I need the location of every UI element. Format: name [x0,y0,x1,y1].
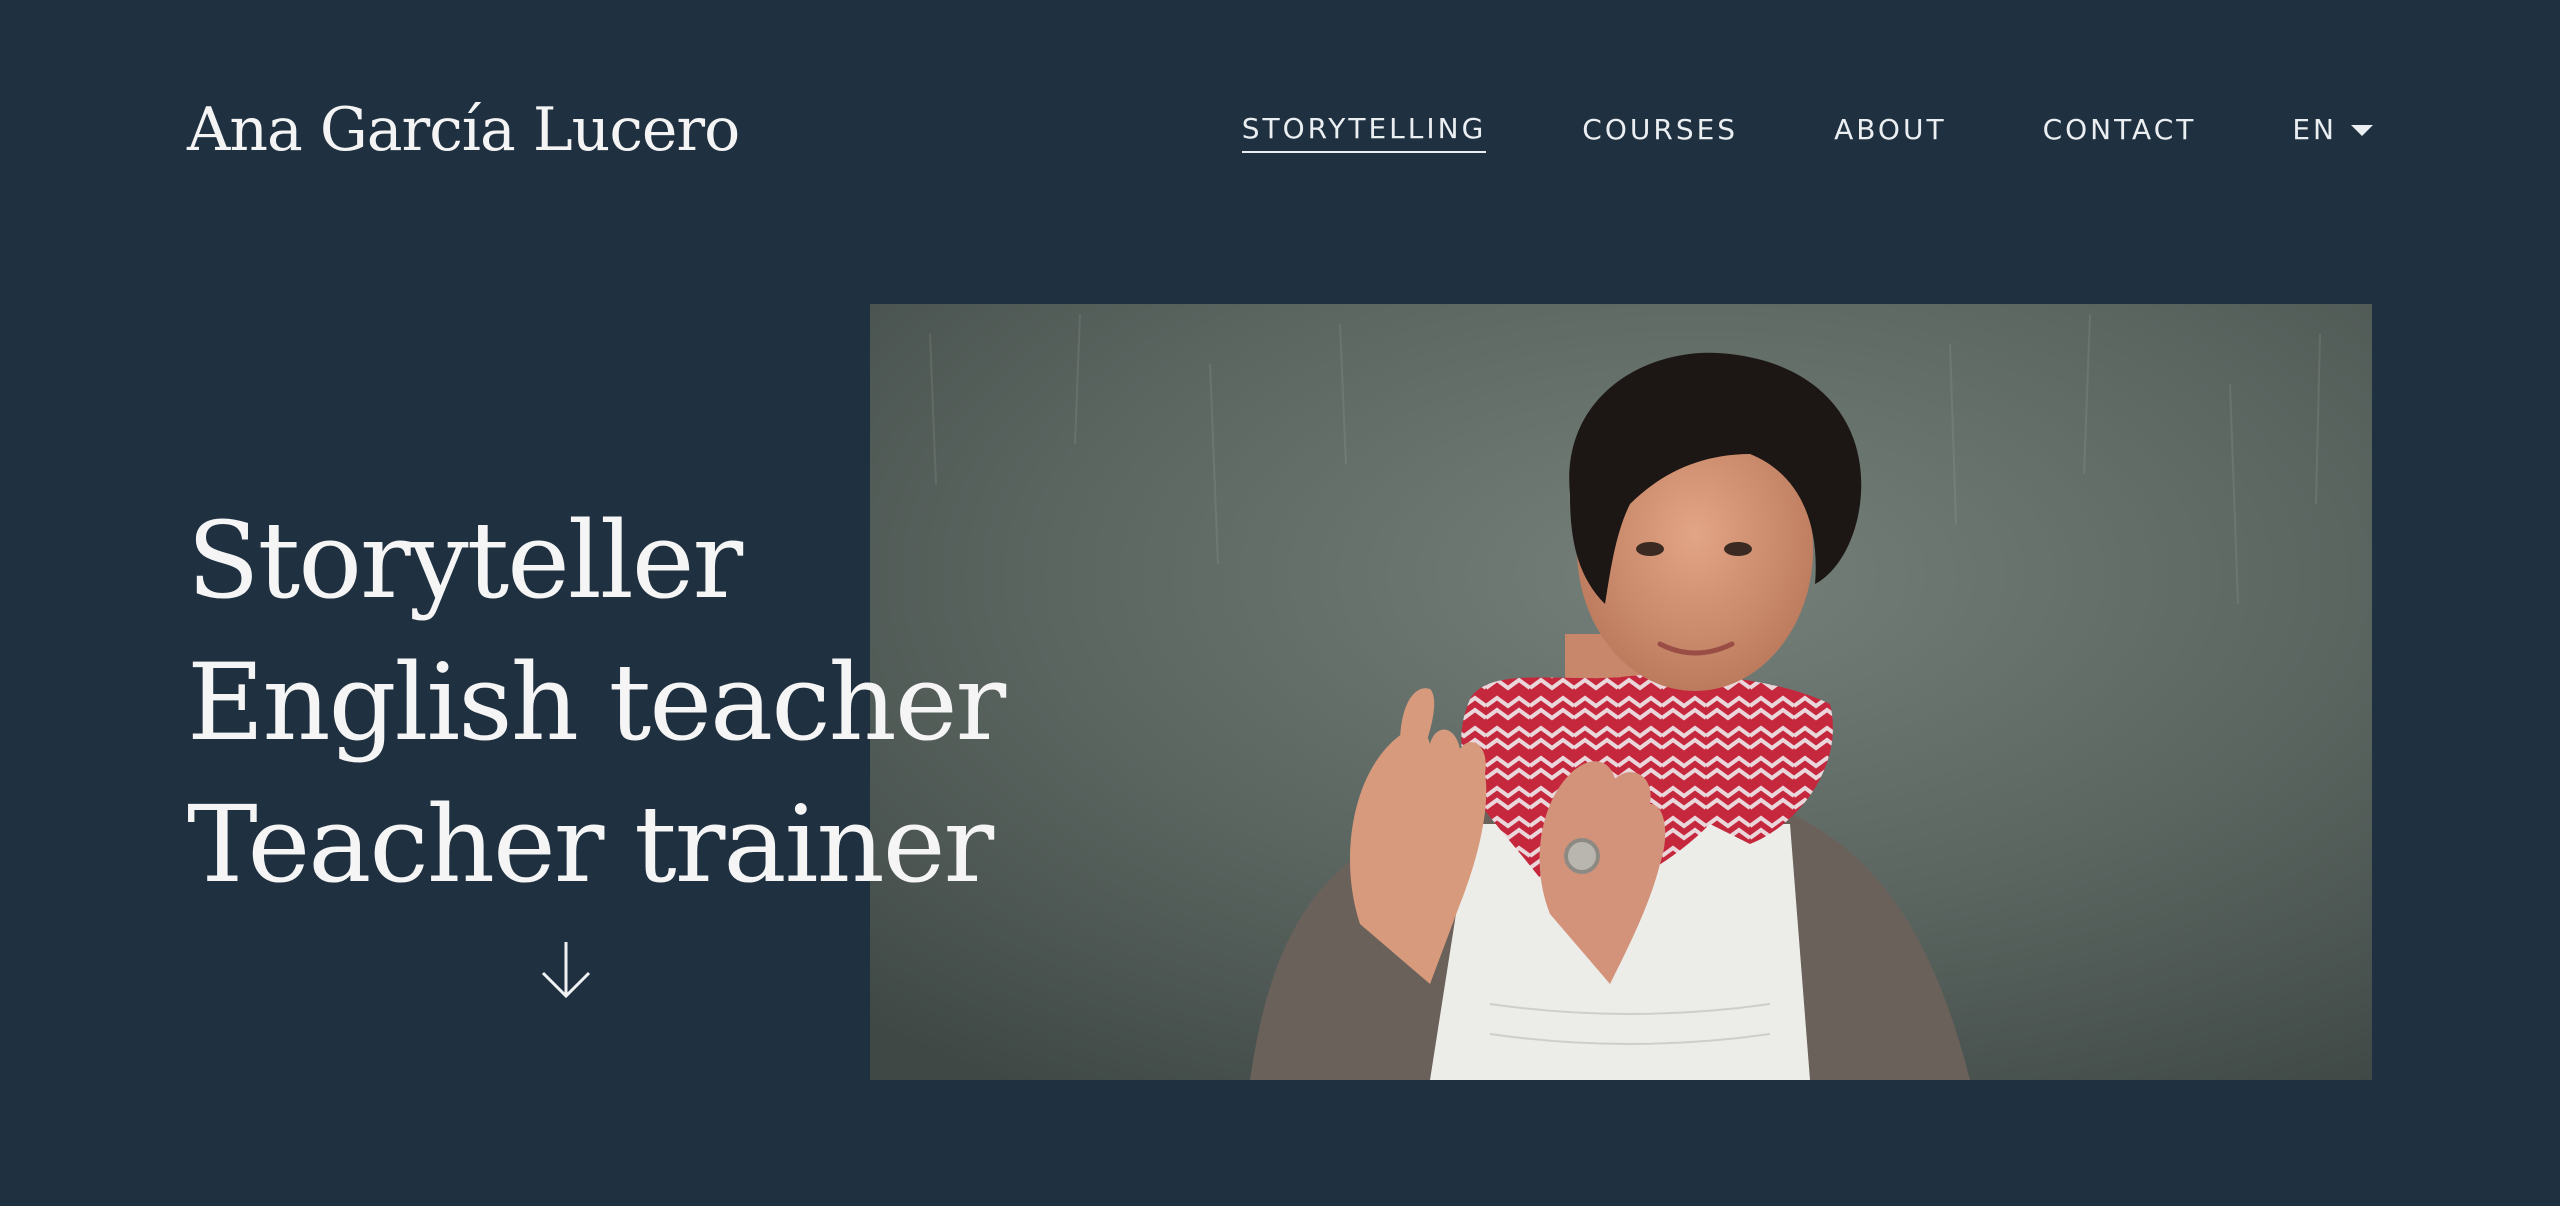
nav-contact[interactable]: CONTACT [2043,113,2197,152]
language-selector[interactable]: EN [2292,113,2373,152]
nav-storytelling[interactable]: STORYTELLING [1241,112,1487,153]
nav-about[interactable]: ABOUT [1834,113,1947,152]
main-nav: STORYTELLING COURSES ABOUT CONTACT EN [1241,112,2373,153]
headline-english-teacher: English teacher [187,641,1006,764]
arrow-down-icon[interactable] [539,940,593,1000]
caret-down-icon [2351,125,2373,136]
headline-storyteller: Storyteller [187,499,743,622]
nav-courses[interactable]: COURSES [1582,113,1738,152]
hero-portrait-photo [870,304,2372,1080]
headline-teacher-trainer: Teacher trainer [187,783,994,906]
hero-headlines: Storyteller English teacher Teacher trai… [187,490,1006,916]
language-label: EN [2292,113,2337,146]
site-logo[interactable]: Ana García Lucero [187,90,740,170]
